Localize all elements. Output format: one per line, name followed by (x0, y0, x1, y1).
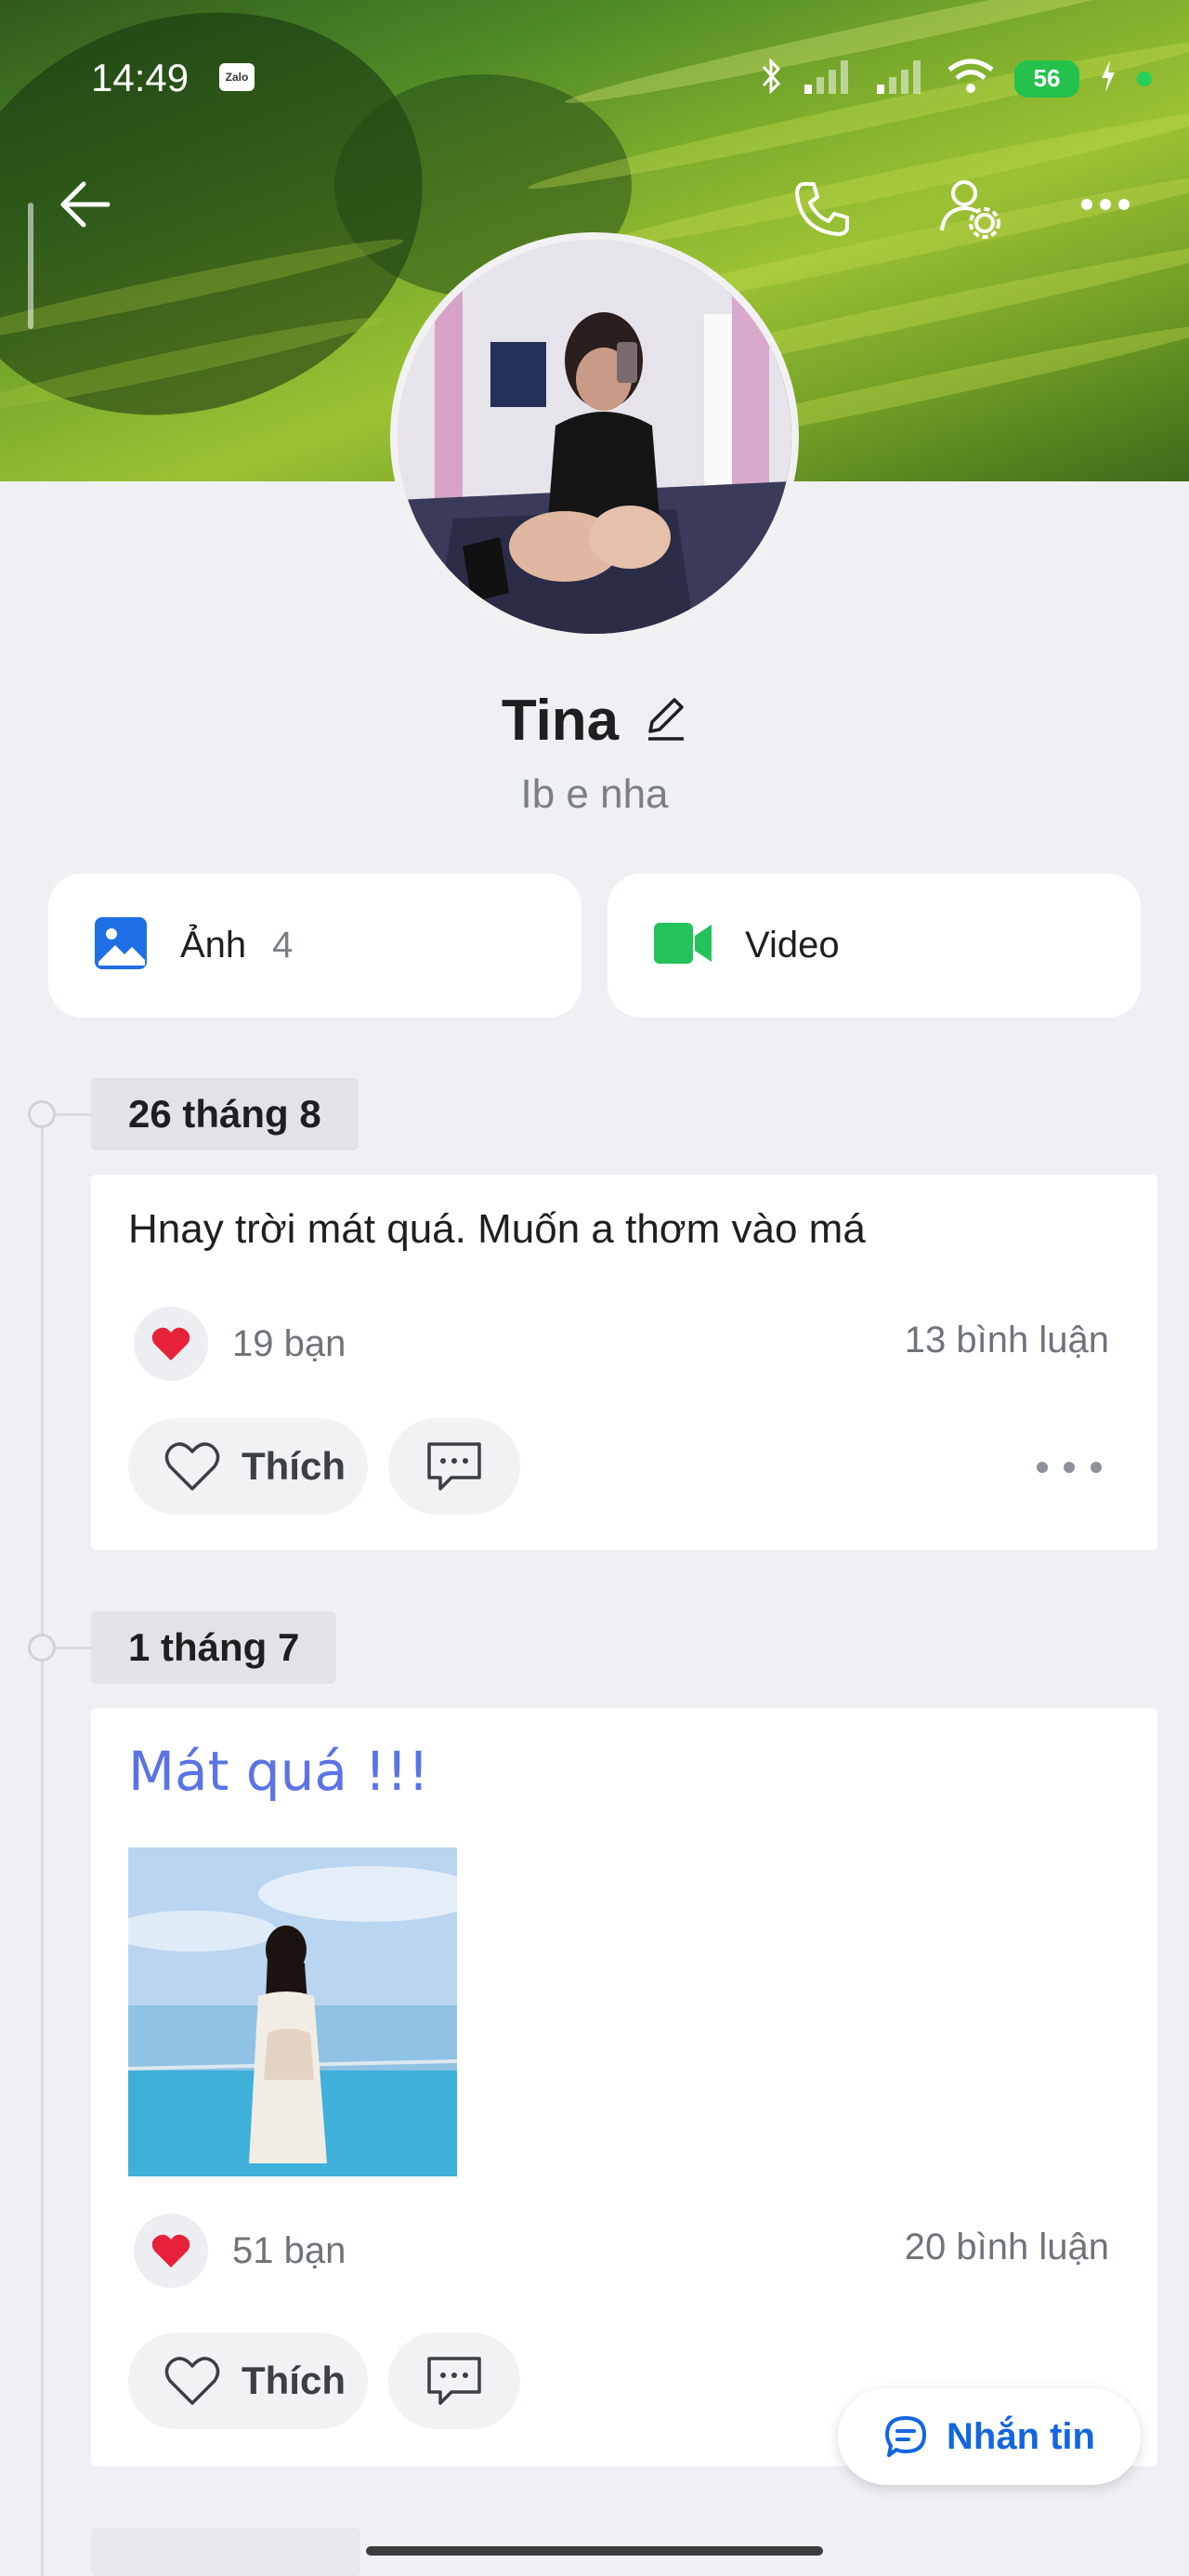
post-photo[interactable] (128, 1847, 457, 2176)
like-label: Thích (242, 2359, 346, 2402)
comment-count[interactable]: 13 bình luận (905, 1320, 1109, 1361)
user-gear-icon (940, 180, 1000, 239)
next-post-date-peek (91, 2528, 360, 2576)
heart-outline-icon (164, 1442, 220, 1491)
avatar[interactable] (390, 232, 799, 641)
post-more-button[interactable] (1037, 1453, 1102, 1481)
chat-bubble-icon (427, 1442, 481, 1491)
reaction-count: 51 bạn (232, 2229, 346, 2271)
post-card[interactable]: Mát quá !!! 51 bạn 20 bình luận Thích (91, 1708, 1157, 2466)
pencil-icon (648, 698, 685, 741)
photos-label: Ảnh (180, 925, 247, 966)
like-button[interactable]: Thích (128, 2333, 368, 2429)
phone-icon (795, 182, 849, 236)
side-handle[interactable] (28, 203, 33, 329)
comment-button[interactable] (388, 2333, 520, 2429)
timeline-connector (56, 1113, 93, 1116)
like-label: Thích (242, 1444, 346, 1488)
photos-button[interactable]: Ảnh 4 (48, 874, 581, 1018)
reaction-summary[interactable]: 51 bạn (134, 2214, 346, 2288)
call-button[interactable] (790, 177, 864, 251)
zalo-notification-icon: Zalo (219, 63, 255, 91)
comment-button[interactable] (388, 1418, 520, 1515)
reaction-count: 19 bạn (232, 1322, 346, 1364)
post-image (128, 1847, 457, 2176)
home-indicator[interactable] (366, 2546, 823, 2556)
signal-icon (803, 59, 855, 99)
battery-indicator: 56 (1014, 59, 1079, 98)
bluetooth-icon (760, 58, 782, 99)
like-button[interactable]: Thích (128, 1418, 368, 1515)
status-icons: 56 (760, 58, 1152, 99)
avatar-photo (398, 240, 791, 634)
arrow-left-icon (60, 181, 111, 228)
post-date: 1 tháng 7 (91, 1611, 337, 1684)
comment-count[interactable]: 20 bình luận (905, 2227, 1109, 2268)
message-button[interactable]: Nhắn tin (838, 2388, 1141, 2485)
chat-bubble-icon (427, 2357, 481, 2405)
timeline-line (41, 1111, 44, 2576)
image-icon (93, 915, 149, 976)
edit-name-button[interactable] (645, 694, 687, 747)
timeline-dot (28, 1100, 56, 1128)
charging-icon (1100, 60, 1117, 97)
wifi-icon (947, 59, 994, 99)
signal-icon-2 (875, 59, 927, 99)
post-text: Hnay trời mát quá. Muốn a thơm vào má (128, 1206, 866, 1252)
video-label: Video (745, 925, 840, 966)
back-button[interactable] (56, 177, 130, 251)
profile-name-row: Tina (0, 688, 1189, 754)
video-camera-icon (652, 917, 713, 974)
post-title: Mát quá !!! (128, 1740, 430, 1803)
profile-name: Tina (501, 689, 620, 753)
timeline-dot (28, 1634, 56, 1662)
profile-status: Ib e nha (520, 771, 669, 817)
status-time: 14:49 (91, 56, 189, 99)
video-button[interactable]: Video (608, 874, 1141, 1018)
heart-icon (134, 2214, 208, 2288)
profile-settings-button[interactable] (938, 177, 1022, 251)
heart-outline-icon (164, 2357, 220, 2405)
heart-icon (134, 1307, 208, 1381)
photos-count: 4 (272, 925, 294, 966)
status-bar: 14:49 Zalo 56 (0, 0, 1189, 158)
message-label: Nhắn tin (947, 2415, 1095, 2457)
more-options-button[interactable] (1078, 177, 1152, 251)
post-card[interactable]: Hnay trời mát quá. Muốn a thơm vào má 19… (91, 1175, 1157, 1550)
timeline-connector (56, 1647, 93, 1649)
message-icon (885, 2416, 926, 2457)
post-date: 26 tháng 8 (91, 1078, 359, 1150)
privacy-dot (1137, 71, 1152, 86)
reaction-summary[interactable]: 19 bạn (134, 1307, 346, 1381)
more-horizontal-icon (1081, 199, 1130, 210)
